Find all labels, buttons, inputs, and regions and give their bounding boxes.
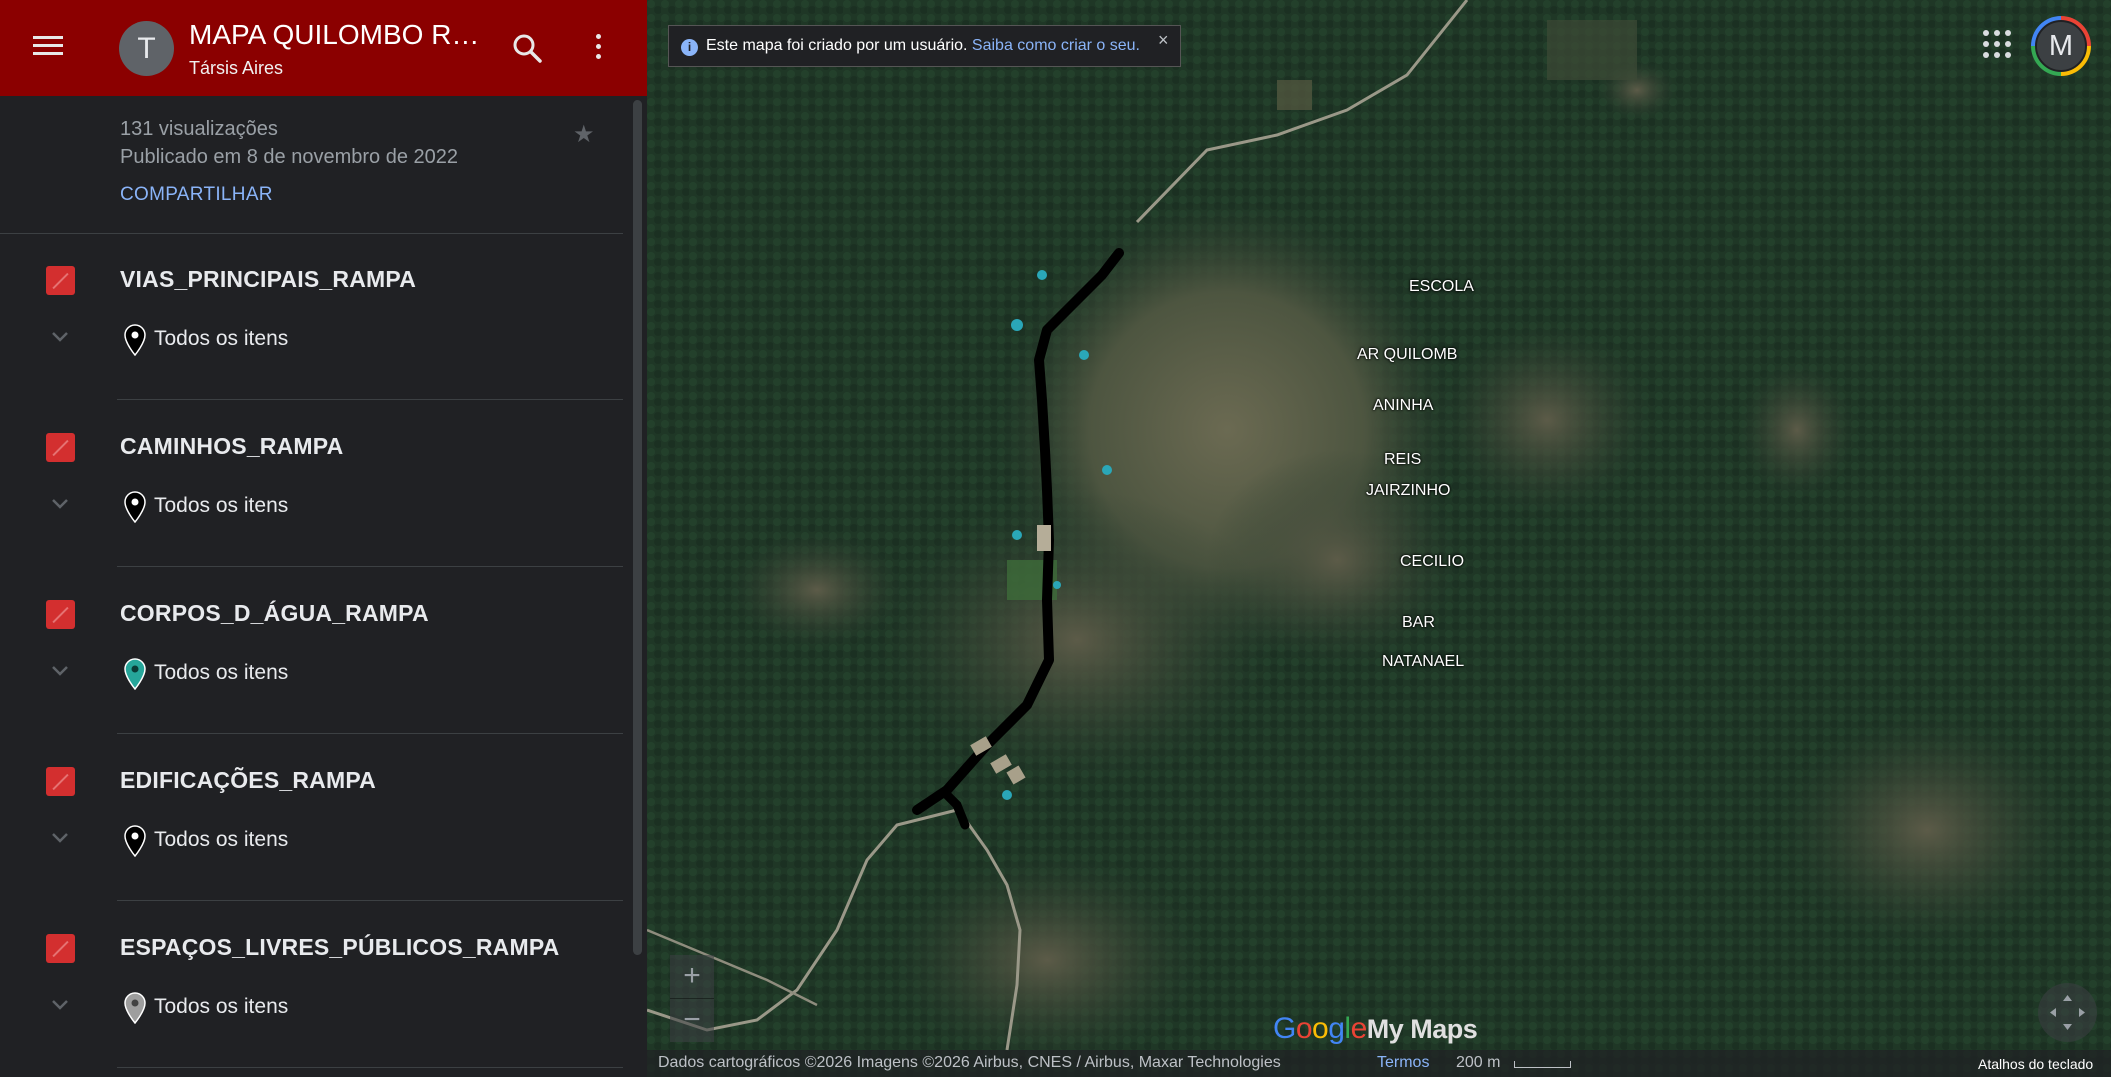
share-button[interactable]: COMPARTILHAR bbox=[120, 184, 273, 206]
info-text: Este mapa foi criado por um usuário. Sai… bbox=[706, 37, 1140, 55]
chevron-down-icon[interactable] bbox=[48, 992, 72, 1016]
layer-edificacoes: EDIFICAÇÕES_RAMPA Todos os itens bbox=[0, 735, 623, 901]
map-attribution-bar: Dados cartográficos ©2026 Imagens ©2026 … bbox=[647, 1050, 2111, 1077]
all-items-link[interactable]: Todos os itens bbox=[154, 327, 288, 351]
map-author[interactable]: Társis Aires bbox=[189, 58, 283, 79]
more-vert-icon[interactable] bbox=[585, 30, 611, 66]
divider bbox=[117, 900, 623, 901]
map-meta: 131 visualizações Publicado em 8 de nove… bbox=[0, 96, 623, 234]
map-pin-icon bbox=[124, 324, 146, 357]
zoom-out-button[interactable]: − bbox=[670, 999, 714, 1042]
divider bbox=[117, 733, 623, 734]
layer-checkbox[interactable] bbox=[46, 266, 75, 295]
hamburger-menu-icon[interactable] bbox=[30, 32, 66, 64]
layer-checkbox[interactable] bbox=[46, 433, 75, 462]
place-label[interactable]: JAIRZINHO bbox=[1366, 482, 1450, 500]
place-label[interactable]: ESCOLA bbox=[1409, 278, 1474, 296]
published-date: Publicado em 8 de novembro de 2022 bbox=[120, 146, 459, 168]
layer-corpos-dagua: CORPOS_D_ÁGUA_RAMPA Todos os itens bbox=[0, 568, 623, 734]
scale-bar bbox=[1514, 1061, 1571, 1068]
place-label[interactable]: BAR bbox=[1402, 614, 1435, 632]
close-icon[interactable]: × bbox=[1158, 30, 1169, 51]
info-message: Este mapa foi criado por um usuário. bbox=[706, 37, 968, 54]
my-maps-label: My Maps bbox=[1366, 1014, 1478, 1044]
author-avatar[interactable]: T bbox=[119, 21, 174, 76]
view-count: 131 visualizações bbox=[120, 118, 278, 140]
layer-title[interactable]: VIAS_PRINCIPAIS_RAMPA bbox=[120, 266, 416, 293]
place-label[interactable]: AR QUILOMB bbox=[1357, 346, 1457, 364]
attribution-text: Dados cartográficos ©2026 Imagens ©2026 … bbox=[658, 1054, 1281, 1071]
all-items-link[interactable]: Todos os itens bbox=[154, 995, 288, 1019]
google-my-maps-logo: GoogleMy Maps bbox=[1273, 1012, 1478, 1045]
all-items-link[interactable]: Todos os itens bbox=[154, 828, 288, 852]
layer-title[interactable]: CAMINHOS_RAMPA bbox=[120, 433, 343, 460]
pan-control-icon[interactable] bbox=[2038, 983, 2097, 1042]
layer-title[interactable]: EDIFICAÇÕES_RAMPA bbox=[120, 767, 376, 794]
all-items-link[interactable]: Todos os itens bbox=[154, 661, 288, 685]
layer-checkbox[interactable] bbox=[46, 767, 75, 796]
map-pin-icon bbox=[124, 825, 146, 858]
chevron-down-icon[interactable] bbox=[48, 491, 72, 515]
search-icon[interactable] bbox=[509, 30, 545, 66]
layer-checkbox[interactable] bbox=[46, 934, 75, 963]
divider bbox=[117, 399, 623, 400]
scale-label[interactable]: 200 m bbox=[1456, 1054, 1500, 1072]
map-canvas[interactable]: ESCOLA AR QUILOMB ANINHA REIS JAIRZINHO … bbox=[647, 0, 2111, 1077]
chevron-down-icon[interactable] bbox=[48, 324, 72, 348]
divider bbox=[117, 566, 623, 567]
apps-grid-icon[interactable] bbox=[1983, 30, 2013, 60]
info-icon: i bbox=[681, 39, 698, 56]
layer-espacos-livres: ESPAÇOS_LIVRES_PÚBLICOS_RAMPA Todos os i… bbox=[0, 902, 623, 1068]
terms-link[interactable]: Termos bbox=[1377, 1054, 1429, 1072]
map-pin-icon bbox=[124, 992, 146, 1025]
info-banner: i Este mapa foi criado por um usuário. S… bbox=[668, 25, 1181, 67]
account-letter: M bbox=[2035, 20, 2087, 72]
layer-title[interactable]: CORPOS_D_ÁGUA_RAMPA bbox=[120, 600, 429, 627]
layer-vias-principais: VIAS_PRINCIPAIS_RAMPA Todos os itens bbox=[0, 234, 623, 400]
sidebar-scrollbar[interactable] bbox=[633, 100, 642, 955]
map-header: T MAPA QUILOMBO RA... Társis Aires bbox=[0, 0, 647, 96]
place-label[interactable]: CECILIO bbox=[1400, 553, 1464, 571]
chevron-down-icon[interactable] bbox=[48, 658, 72, 682]
account-avatar[interactable]: M bbox=[2031, 16, 2091, 76]
place-label[interactable]: NATANAEL bbox=[1382, 653, 1464, 671]
divider bbox=[117, 1067, 623, 1068]
layer-caminhos: CAMINHOS_RAMPA Todos os itens bbox=[0, 401, 623, 567]
place-label[interactable]: REIS bbox=[1384, 451, 1421, 469]
star-icon[interactable]: ★ bbox=[573, 120, 595, 149]
layer-title[interactable]: ESPAÇOS_LIVRES_PÚBLICOS_RAMPA bbox=[120, 934, 559, 961]
all-items-link[interactable]: Todos os itens bbox=[154, 494, 288, 518]
map-pin-icon bbox=[124, 658, 146, 691]
satellite-imagery bbox=[647, 0, 2111, 1077]
sidebar: T MAPA QUILOMBO RA... Társis Aires 131 v… bbox=[0, 0, 647, 1077]
zoom-control: + − bbox=[670, 955, 714, 1043]
map-title: MAPA QUILOMBO RA... bbox=[189, 19, 489, 50]
chevron-down-icon[interactable] bbox=[48, 825, 72, 849]
map-pin-icon bbox=[124, 491, 146, 524]
layer-checkbox[interactable] bbox=[46, 600, 75, 629]
zoom-in-button[interactable]: + bbox=[670, 955, 714, 999]
keyboard-shortcuts-link[interactable]: Atalhos do teclado bbox=[1978, 1056, 2093, 1072]
place-label[interactable]: ANINHA bbox=[1373, 397, 1433, 415]
learn-more-link[interactable]: Saiba como criar o seu. bbox=[972, 37, 1140, 54]
